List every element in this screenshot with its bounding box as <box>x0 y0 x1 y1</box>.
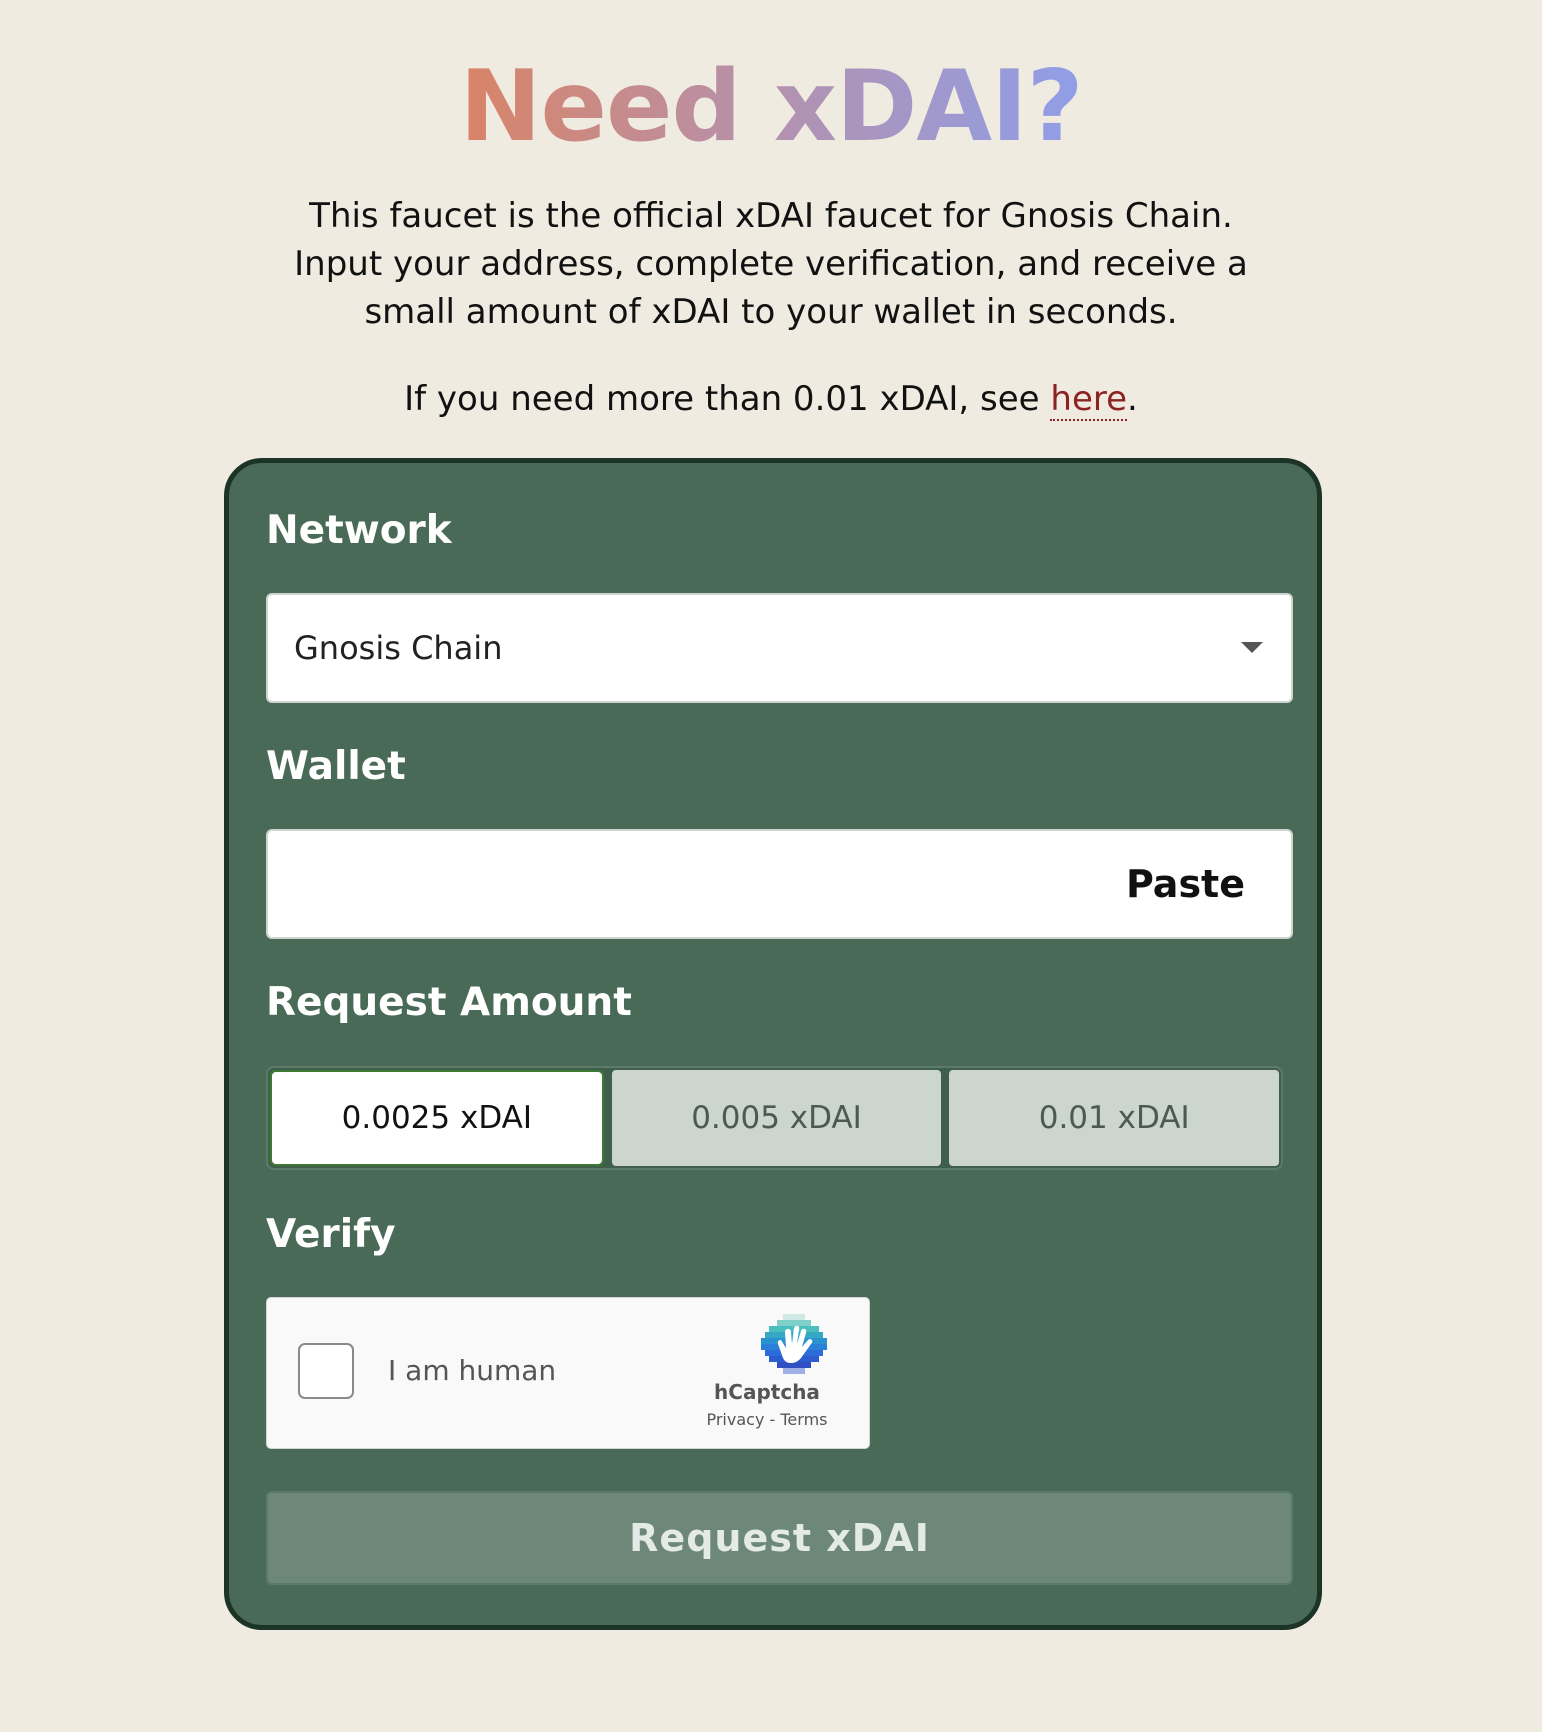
amount-selector: 0.0025 xDAI 0.005 xDAI 0.01 xDAI <box>266 1066 1283 1170</box>
more-info-prefix: If you need more than 0.01 xDAI, see <box>404 379 1051 419</box>
caret-down-icon <box>1241 642 1263 653</box>
faucet-form-card: Network Gnosis Chain Wallet Paste Reques… <box>224 458 1322 1630</box>
intro-line-3: small amount of xDAI to your wallet in s… <box>364 292 1178 332</box>
captcha-links-separator: - <box>764 1410 781 1429</box>
network-select[interactable]: Gnosis Chain <box>266 593 1293 703</box>
verify-label: Verify <box>266 1212 396 1257</box>
wallet-label: Wallet <box>266 744 406 789</box>
amount-option-0.01[interactable]: 0.01 xDAI <box>949 1070 1280 1166</box>
network-select-value: Gnosis Chain <box>294 629 503 667</box>
wallet-field: Paste <box>266 829 1293 939</box>
page-title-text: Need xDAI? <box>459 50 1084 164</box>
more-info-suffix: . <box>1127 379 1138 419</box>
hcaptcha-brand: hCaptcha <box>714 1380 820 1404</box>
amount-option-0.0025[interactable]: 0.0025 xDAI <box>270 1070 604 1166</box>
hcaptcha-widget: I am human hCaptcha Privacy - Terms <box>266 1297 870 1449</box>
intro-line-2: Input your address, complete verificatio… <box>294 244 1248 284</box>
intro-text: This faucet is the official xDAI faucet … <box>271 192 1271 336</box>
request-amount-label: Request Amount <box>266 980 632 1025</box>
more-info-text: If you need more than 0.01 xDAI, see her… <box>271 375 1271 423</box>
wallet-address-input[interactable] <box>268 831 1088 937</box>
amount-option-0.005[interactable]: 0.005 xDAI <box>611 1070 942 1166</box>
hcaptcha-logo-icon <box>761 1314 827 1384</box>
request-xdai-button[interactable]: Request xDAI <box>266 1491 1293 1585</box>
intro-line-1: This faucet is the official xDAI faucet … <box>309 196 1233 236</box>
here-link[interactable]: here <box>1050 379 1128 421</box>
faucet-page: Need xDAI? This faucet is the official x… <box>0 0 1542 1732</box>
captcha-terms-link[interactable]: Terms <box>780 1410 827 1429</box>
captcha-checkbox[interactable] <box>298 1343 354 1399</box>
captcha-privacy-link[interactable]: Privacy <box>706 1410 764 1429</box>
paste-button[interactable]: Paste <box>1126 831 1245 937</box>
captcha-label: I am human <box>388 1354 557 1387</box>
page-title: Need xDAI? <box>0 52 1542 162</box>
network-label: Network <box>266 508 452 553</box>
captcha-links: Privacy - Terms <box>677 1410 857 1429</box>
